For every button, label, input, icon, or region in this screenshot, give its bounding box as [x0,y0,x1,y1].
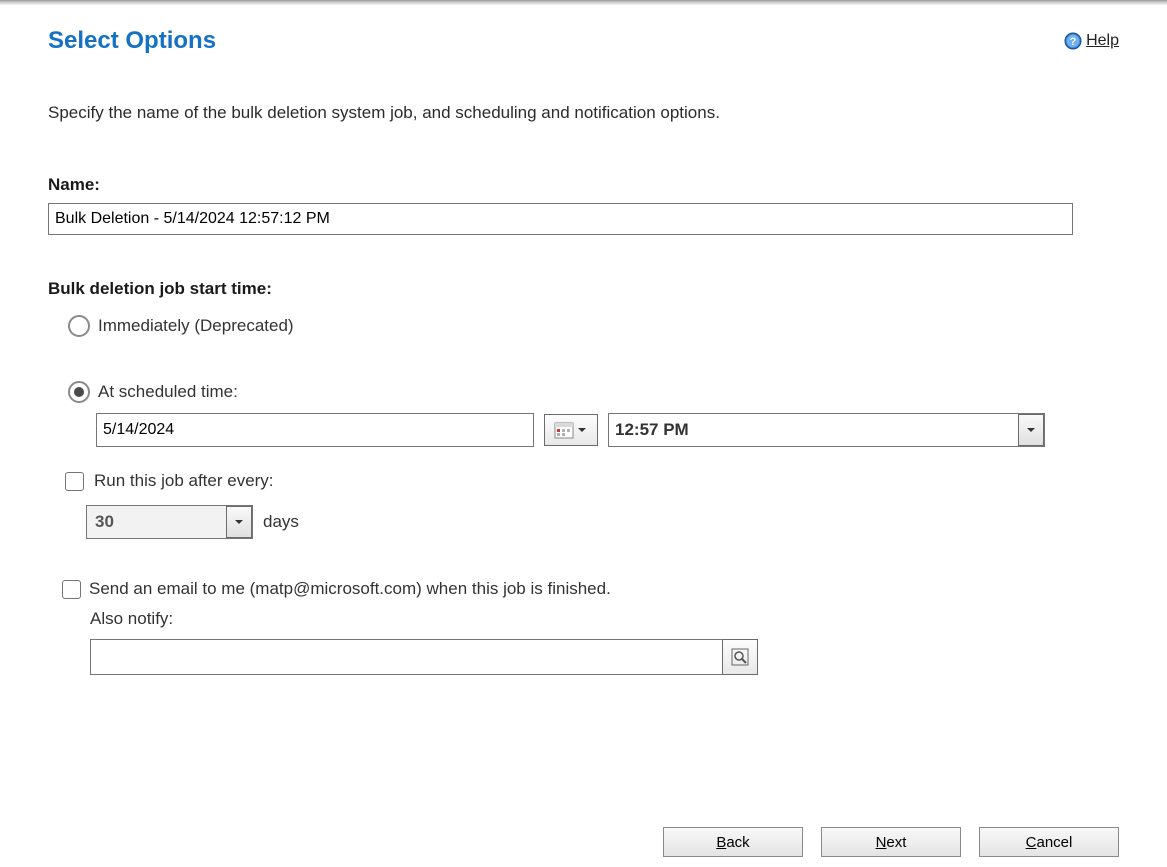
help-link-label: Help [1086,32,1119,50]
interval-select[interactable]: 30 [86,505,253,539]
header-row: Select Options ? Help [48,27,1119,55]
wizard-page: Select Options ? Help Specify the name o… [0,5,1167,812]
scheduled-time-dropdown-button[interactable] [1018,414,1044,446]
also-notify-input[interactable] [90,639,722,675]
recur-label: Run this job after every: [94,471,274,491]
also-notify-label: Also notify: [90,609,1119,629]
chevron-down-icon [576,424,588,436]
wizard-footer: Back Next Cancel [0,817,1167,867]
calendar-picker-button[interactable] [544,414,598,446]
immediate-radio[interactable] [68,315,90,337]
lookup-icon [730,647,750,667]
interval-dropdown-button[interactable] [226,506,252,538]
svg-text:?: ? [1070,36,1077,48]
scheduled-time-value: 12:57 PM [615,420,689,440]
cancel-button[interactable]: Cancel [979,827,1119,857]
email-notify-checkbox[interactable] [62,580,81,599]
chevron-down-icon [233,516,245,528]
email-notify-row: Send an email to me (matp@microsoft.com)… [62,579,1119,599]
lookup-button[interactable] [722,639,758,675]
name-label: Name: [48,175,1119,195]
interval-unit-label: days [263,512,299,532]
email-notify-label: Send an email to me (matp@microsoft.com)… [89,579,611,599]
interval-value: 30 [95,512,114,532]
page-description: Specify the name of the bulk deletion sy… [48,103,1119,123]
next-button[interactable]: Next [821,827,961,857]
recur-row: Run this job after every: [65,471,1119,491]
chevron-down-icon [1025,424,1037,436]
help-icon: ? [1064,32,1082,50]
also-notify-row [90,639,1119,675]
interval-row: 30 days [86,505,1119,539]
immediate-radio-label: Immediately (Deprecated) [98,316,294,336]
name-input[interactable] [48,203,1073,235]
immediate-radio-row: Immediately (Deprecated) [68,315,1119,337]
start-time-label: Bulk deletion job start time: [48,279,1119,299]
scheduled-radio[interactable] [68,381,90,403]
recur-checkbox[interactable] [65,472,84,491]
page-title: Select Options [48,27,216,55]
calendar-icon [554,421,574,439]
help-link[interactable]: ? Help [1064,32,1119,50]
scheduled-time-select[interactable]: 12:57 PM [608,413,1045,447]
scheduled-radio-label: At scheduled time: [98,382,238,402]
back-button[interactable]: Back [663,827,803,857]
schedule-controls: 12:57 PM [96,413,1119,447]
scheduled-date-input[interactable] [96,413,534,447]
scheduled-radio-row: At scheduled time: [68,381,1119,403]
